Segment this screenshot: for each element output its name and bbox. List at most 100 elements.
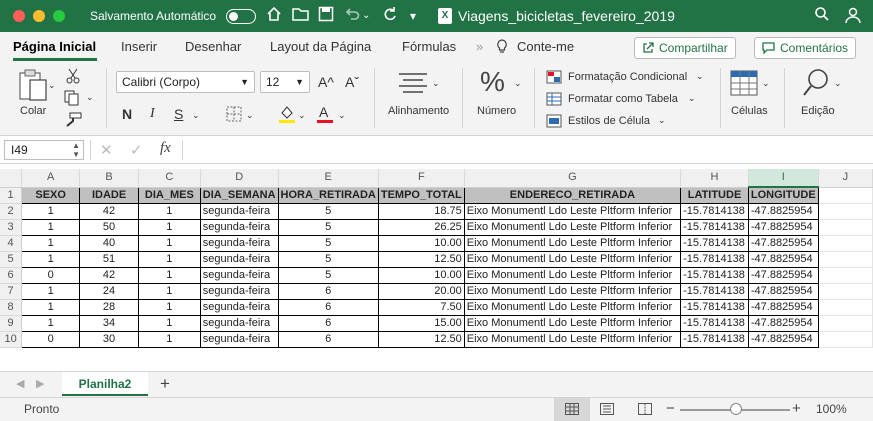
data-cell[interactable]: 50 xyxy=(79,219,139,236)
data-cell[interactable]: segunda-feira xyxy=(199,235,279,252)
shrink-font-button[interactable]: Aˇ xyxy=(345,74,359,90)
data-cell[interactable]: segunda-feira xyxy=(199,219,279,236)
alignment-icon[interactable] xyxy=(398,72,428,99)
header-cell[interactable]: ENDERECO_RETIRADA xyxy=(463,186,682,204)
insert-function-button[interactable]: fx xyxy=(160,140,171,157)
data-cell[interactable]: -47.8825954 xyxy=(747,331,819,348)
data-cell[interactable]: 1 xyxy=(21,251,81,268)
copy-dropdown-icon[interactable]: ⌄ xyxy=(86,92,94,103)
column-header-b[interactable]: B xyxy=(79,169,139,188)
data-cell[interactable]: Eixo Monumentl Ldo Leste Pltform Inferio… xyxy=(463,235,682,252)
data-cell[interactable]: Eixo Monumentl Ldo Leste Pltform Inferio… xyxy=(463,219,682,236)
row-header[interactable]: 6 xyxy=(0,267,23,284)
row-header[interactable]: 5 xyxy=(0,251,23,268)
data-cell[interactable]: Eixo Monumentl Ldo Leste Pltform Inferio… xyxy=(463,315,682,332)
data-cell[interactable]: 1 xyxy=(137,235,201,252)
chevron-down-icon[interactable]: ⌄ xyxy=(688,93,696,104)
font-color-icon[interactable]: A xyxy=(316,104,334,127)
stepper-icon[interactable]: ▲ ▼ xyxy=(72,141,80,159)
data-cell[interactable]: 1 xyxy=(21,283,81,300)
data-cell[interactable]: 1 xyxy=(21,299,81,316)
data-cell[interactable]: -47.8825954 xyxy=(747,219,819,236)
data-cell[interactable]: -15.7814138 xyxy=(680,283,749,300)
percent-icon[interactable]: % xyxy=(480,66,505,98)
data-cell[interactable]: -47.8825954 xyxy=(747,315,819,332)
data-cell[interactable]: -15.7814138 xyxy=(680,203,749,220)
header-cell[interactable]: HORA_RETIRADA xyxy=(277,186,379,204)
tab-draw[interactable]: Desenhar xyxy=(185,39,241,54)
data-cell[interactable]: 12.50 xyxy=(377,251,465,268)
fill-color-icon[interactable] xyxy=(278,104,296,127)
search-icon[interactable] xyxy=(814,6,830,28)
tab-page-layout[interactable]: Layout da Página xyxy=(270,39,371,54)
data-cell[interactable]: -47.8825954 xyxy=(747,283,819,300)
empty-cell[interactable] xyxy=(818,251,873,268)
format-table-button[interactable]: Formatar como Tabela xyxy=(568,93,678,105)
close-window-button[interactable] xyxy=(13,10,25,22)
fill-dropdown-icon[interactable]: ⌄ xyxy=(298,110,306,121)
column-header-j[interactable]: J xyxy=(818,169,873,188)
data-cell[interactable]: -15.7814138 xyxy=(680,315,749,332)
format-table-icon[interactable] xyxy=(546,92,562,109)
row-header[interactable]: 3 xyxy=(0,219,23,236)
data-cell[interactable]: segunda-feira xyxy=(199,251,279,268)
undo-dropdown-icon[interactable]: ⌄ xyxy=(362,6,370,26)
data-cell[interactable]: 28 xyxy=(79,299,139,316)
row-header[interactable]: 2 xyxy=(0,203,23,220)
cell-styles-icon[interactable] xyxy=(546,114,562,131)
tab-insert[interactable]: Inserir xyxy=(121,39,157,54)
column-header-f[interactable]: F xyxy=(378,169,465,188)
data-cell[interactable]: 1 xyxy=(137,203,201,220)
underline-dropdown-icon[interactable]: ⌄ xyxy=(192,110,200,121)
underline-button[interactable]: S xyxy=(174,106,183,122)
bold-button[interactable]: N xyxy=(122,106,132,122)
number-dropdown-icon[interactable]: ⌄ xyxy=(514,78,522,89)
data-cell[interactable]: segunda-feira xyxy=(199,267,279,284)
data-cell[interactable]: 6 xyxy=(277,299,379,316)
worksheet-grid[interactable]: ABCDEFGHIJ 1 SEXO IDADE DIA_MES DIA_SEMANA HO… xyxy=(0,169,873,369)
header-cell[interactable]: DIA_SEMANA xyxy=(199,186,279,204)
paste-dropdown-icon[interactable]: ⌄ xyxy=(48,80,56,91)
data-cell[interactable]: 20.00 xyxy=(377,283,465,300)
share-button[interactable]: Compartilhar xyxy=(634,37,736,59)
data-cell[interactable]: 6 xyxy=(277,283,379,300)
row-header[interactable]: 9 xyxy=(0,315,23,332)
data-cell[interactable]: 0 xyxy=(21,267,81,284)
data-cell[interactable]: -15.7814138 xyxy=(680,331,749,348)
row-header[interactable]: 7 xyxy=(0,283,23,300)
row-header[interactable]: 4 xyxy=(0,235,23,252)
data-cell[interactable]: Eixo Monumentl Ldo Leste Pltform Inferio… xyxy=(463,251,682,268)
data-cell[interactable]: 24 xyxy=(79,283,139,300)
font-color-dropdown-icon[interactable]: ⌄ xyxy=(338,110,346,121)
data-cell[interactable]: segunda-feira xyxy=(199,203,279,220)
data-cell[interactable]: Eixo Monumentl Ldo Leste Pltform Inferio… xyxy=(463,203,682,220)
column-header-c[interactable]: C xyxy=(138,169,201,188)
data-cell[interactable]: Eixo Monumentl Ldo Leste Pltform Inferio… xyxy=(463,267,682,284)
name-box[interactable]: I49 ▲ ▼ xyxy=(4,140,84,160)
data-cell[interactable]: 5 xyxy=(277,219,379,236)
data-cell[interactable]: -47.8825954 xyxy=(747,299,819,316)
empty-cell[interactable] xyxy=(818,315,873,332)
row-header[interactable]: 10 xyxy=(0,331,23,348)
zoom-window-button[interactable] xyxy=(53,10,65,22)
data-cell[interactable]: -15.7814138 xyxy=(680,251,749,268)
minimize-window-button[interactable] xyxy=(33,10,45,22)
data-cell[interactable]: segunda-feira xyxy=(199,331,279,348)
more-commands-icon[interactable]: ▾ xyxy=(410,6,416,26)
data-cell[interactable]: 40 xyxy=(79,235,139,252)
zoom-slider-thumb[interactable] xyxy=(730,403,742,415)
zoom-in-button[interactable]: + xyxy=(792,400,801,417)
edit-dropdown-icon[interactable]: ⌄ xyxy=(834,78,842,89)
data-cell[interactable]: -15.7814138 xyxy=(680,235,749,252)
empty-cell[interactable] xyxy=(818,331,873,348)
format-painter-icon[interactable] xyxy=(64,112,82,131)
data-cell[interactable]: 5 xyxy=(277,267,379,284)
data-cell[interactable]: 1 xyxy=(21,315,81,332)
cells-dropdown-icon[interactable]: ⌄ xyxy=(762,78,770,89)
conditional-format-icon[interactable] xyxy=(546,70,562,87)
scroll-right-icon[interactable]: ▶ xyxy=(36,377,44,390)
data-cell[interactable]: -47.8825954 xyxy=(747,203,819,220)
data-cell[interactable]: -47.8825954 xyxy=(747,235,819,252)
data-cell[interactable]: -15.7814138 xyxy=(680,219,749,236)
column-header-g[interactable]: G xyxy=(464,169,682,188)
